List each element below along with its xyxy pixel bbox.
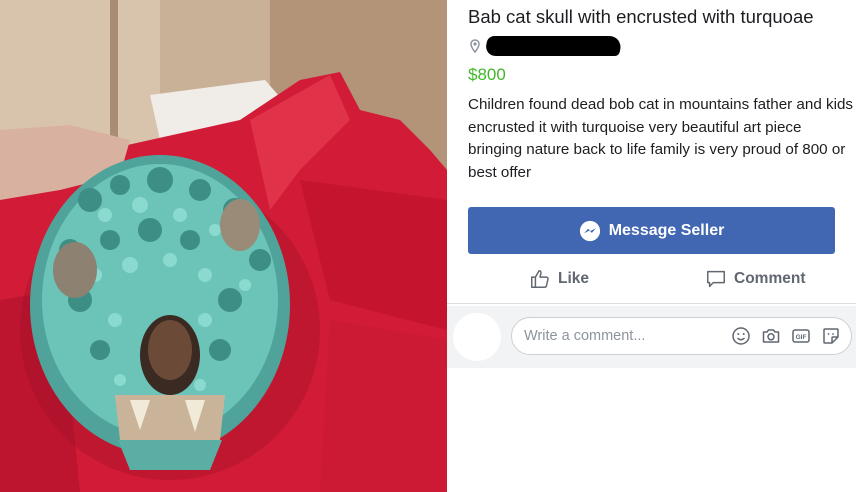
comment-tools: GIF bbox=[731, 326, 841, 346]
svg-text:GIF: GIF bbox=[796, 334, 807, 341]
comment-button[interactable]: Comment bbox=[705, 262, 805, 296]
location-pin-icon bbox=[470, 39, 480, 53]
turquoise-skull-photo bbox=[0, 0, 447, 492]
thumbs-up-icon bbox=[531, 270, 549, 288]
message-seller-label: Message Seller bbox=[608, 221, 725, 239]
listing-title: Bab cat skull with encrusted with turquo… bbox=[468, 6, 814, 27]
avatar bbox=[453, 313, 501, 361]
smiley-icon[interactable] bbox=[731, 326, 751, 346]
comment-label: Comment bbox=[734, 270, 806, 287]
divider bbox=[447, 303, 856, 304]
listing-location bbox=[468, 33, 624, 59]
comment-box: GIF bbox=[511, 317, 852, 355]
blank-area bbox=[447, 368, 856, 492]
like-label: Like bbox=[558, 270, 590, 287]
listing-price: $800 bbox=[468, 65, 506, 84]
speech-bubble-icon bbox=[707, 270, 725, 288]
listing-photo[interactable] bbox=[0, 0, 447, 492]
action-bar: Like Comment bbox=[447, 262, 856, 300]
comment-composer: GIF bbox=[447, 306, 856, 368]
listing-description: Children found dead bob cat in mountains… bbox=[468, 96, 854, 181]
camera-icon[interactable] bbox=[761, 326, 781, 346]
gif-icon[interactable]: GIF bbox=[791, 326, 811, 346]
comment-input[interactable] bbox=[524, 326, 704, 346]
messenger-icon bbox=[579, 220, 600, 241]
sticker-icon[interactable] bbox=[821, 326, 841, 346]
listing-panel: Bab cat skull with encrusted with turquo… bbox=[447, 0, 856, 492]
message-seller-button[interactable]: Message Seller bbox=[468, 207, 835, 254]
like-button[interactable]: Like bbox=[529, 262, 589, 296]
redacted-location bbox=[483, 36, 624, 56]
